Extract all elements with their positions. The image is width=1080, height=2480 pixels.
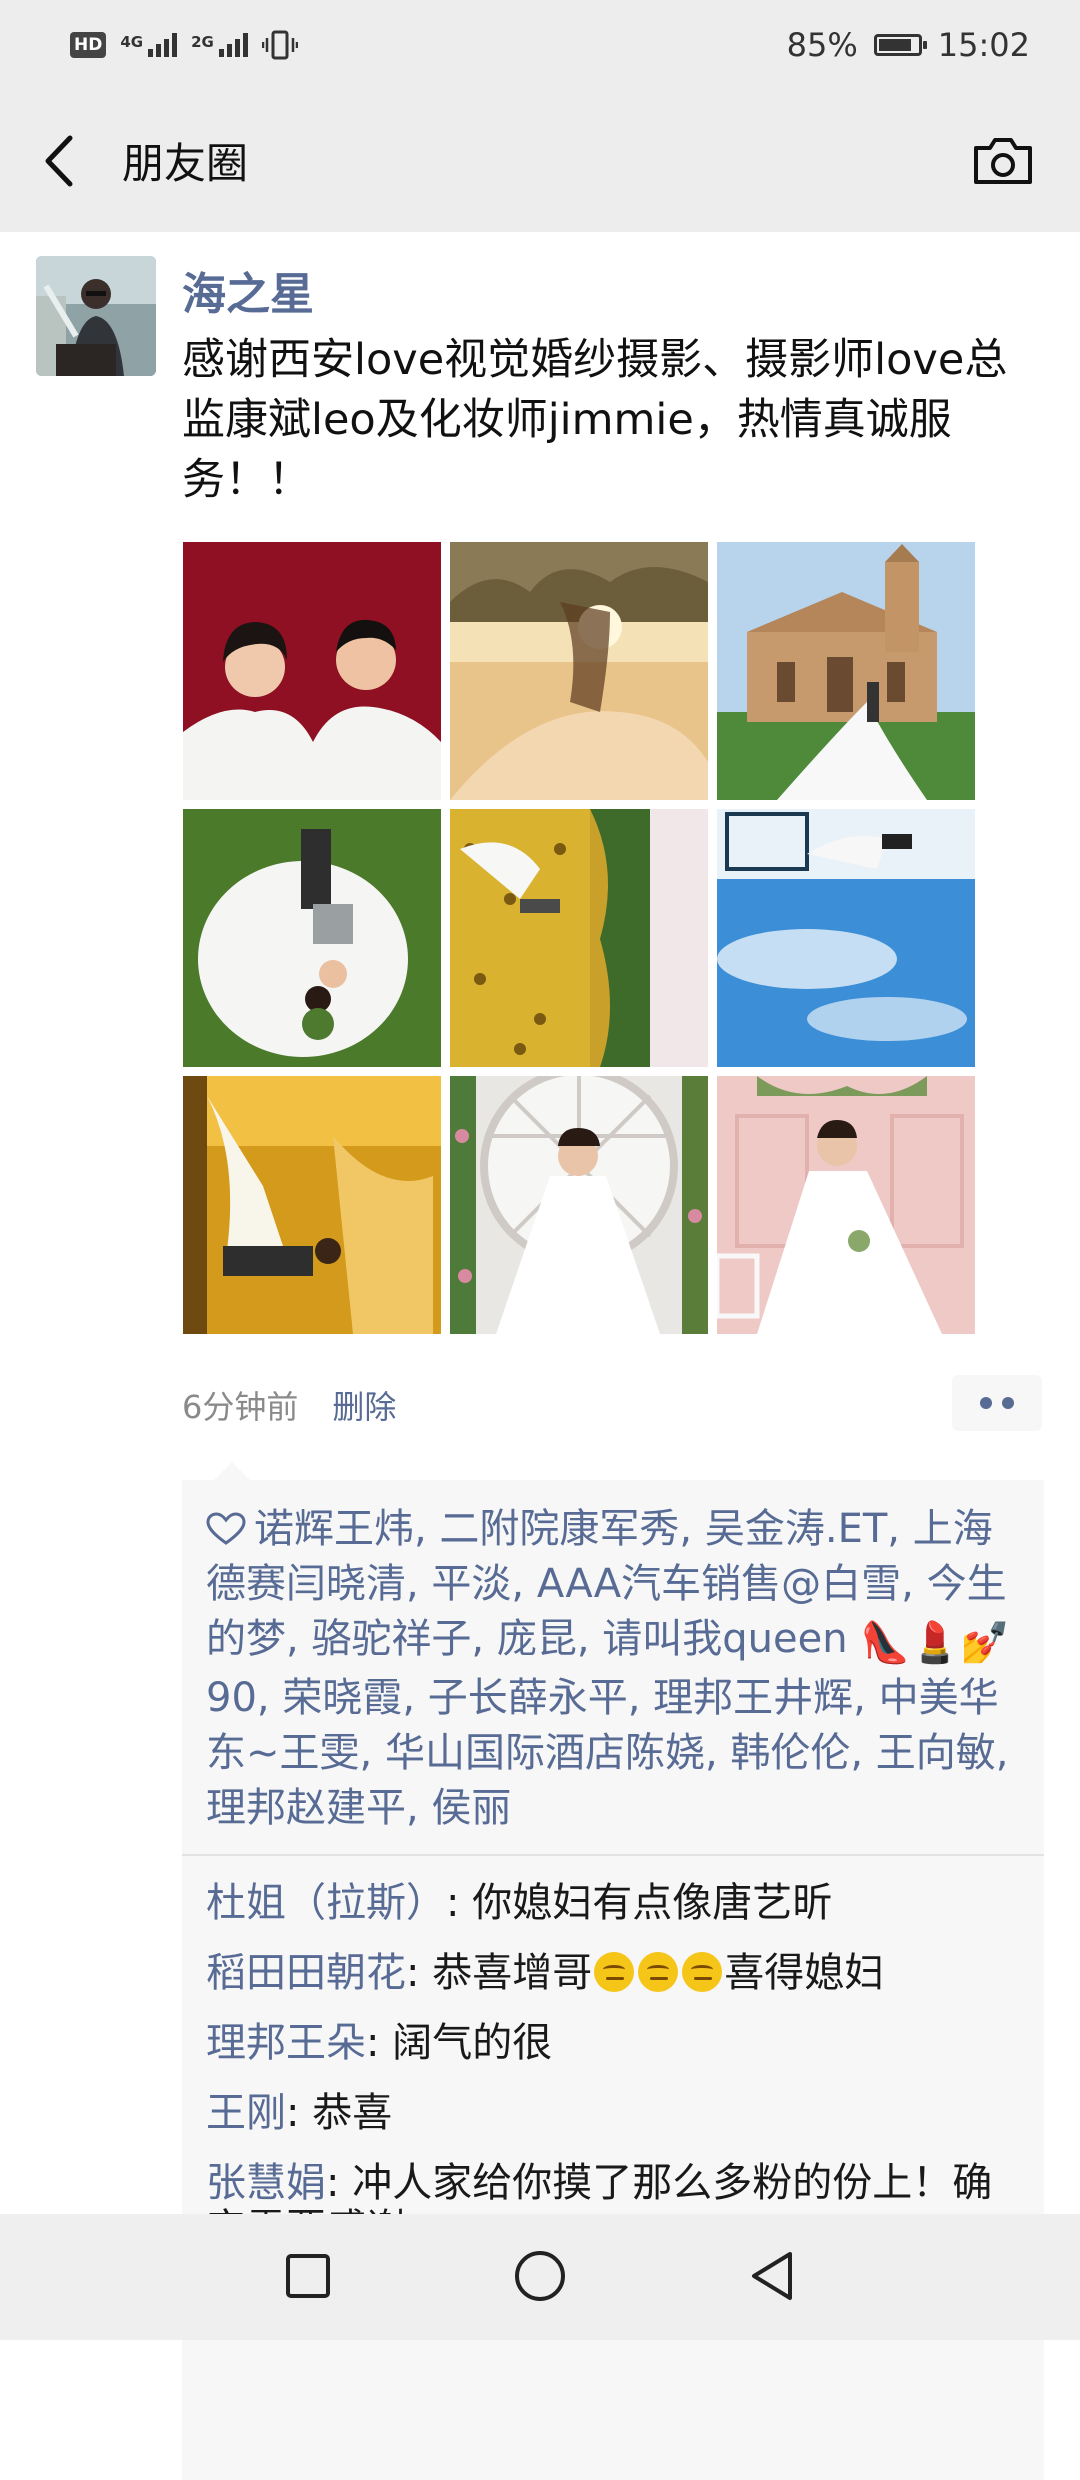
comment-text: : 你媳妇有点像唐艺昕 [446, 1880, 833, 1926]
smirk-emoji-icon [682, 1952, 723, 1992]
comment-author[interactable]: 王刚 [206, 2090, 286, 2136]
photo-9[interactable] [717, 1076, 975, 1334]
more-dots-icon [980, 1397, 992, 1409]
avatar[interactable] [36, 256, 156, 376]
status-left: HD 4G 2G [70, 22, 298, 68]
comment-text-continued: 喜得媳妇 [724, 1950, 885, 1996]
chevron-left-icon [45, 135, 73, 187]
vibrate-icon [261, 30, 298, 60]
signal-2g-icon: 2G [191, 33, 248, 57]
likes-names-continued[interactable]: 90, 荣晓霞, 子长薛永平, 理邦王井辉, 中美华东~王雯, 华山国际酒店陈娆… [206, 1675, 1009, 1831]
wedding-photo-image [183, 542, 441, 800]
network-type-4g: 4G [120, 33, 144, 51]
comment-text: : 恭喜增哥 [406, 1950, 593, 1996]
post-text: 感谢西安love视觉婚纱摄影、摄影师love总监康斌leo及化妆师jimmie，… [182, 335, 1008, 505]
comments-list: 杜姐（拉斯）: 你媳妇有点像唐艺昕 稻田田朝花: 恭喜增哥 喜得媳妇 理邦王朵: … [182, 1856, 1044, 2252]
camera-icon [974, 138, 1032, 184]
post-meta: 6分钟前 删除 [182, 1382, 396, 1428]
wedding-photo-image [717, 542, 975, 800]
smirk-emoji-icon [594, 1952, 635, 1992]
comment-author[interactable]: 理邦王朵 [206, 2020, 366, 2066]
likes-emojis: 👠💄💅 [860, 1620, 1010, 1666]
hd-badge: HD [70, 32, 107, 58]
recent-apps-button[interactable] [278, 2246, 338, 2306]
photo-6[interactable] [717, 809, 975, 1067]
comment-text: : 阔气的很 [366, 2020, 553, 2066]
photo-3[interactable] [717, 542, 975, 800]
photo-5[interactable] [450, 809, 708, 1067]
post-time: 6分钟前 [182, 1388, 299, 1426]
more-dots-icon [1002, 1397, 1014, 1409]
battery-icon [873, 34, 927, 56]
author-name[interactable]: 海之星 [182, 258, 314, 322]
system-back-button[interactable] [742, 2246, 802, 2306]
signal-4g-icon: 4G [120, 33, 178, 57]
circle-icon [515, 2251, 565, 2301]
photo-4[interactable] [183, 809, 441, 1067]
photo-7[interactable] [183, 1076, 441, 1334]
comment-text: : 恭喜 [286, 2090, 393, 2136]
nav-bar: 朋友圈 [0, 90, 1080, 232]
back-button[interactable] [36, 128, 96, 194]
system-navigation-bar [0, 2214, 1080, 2340]
comment-item[interactable]: 王刚: 恭喜 [206, 2090, 1022, 2136]
clock: 15:02 [937, 26, 1030, 64]
network-type-2g: 2G [191, 33, 214, 51]
camera-button[interactable] [970, 132, 1036, 190]
comment-author[interactable]: 稻田田朝花 [206, 1950, 406, 1996]
home-button[interactable] [510, 2246, 570, 2306]
wedding-photo-image [717, 1076, 975, 1334]
wedding-photo-image [450, 809, 708, 1067]
photo-8[interactable] [450, 1076, 708, 1334]
photo-grid [183, 542, 977, 1334]
photo-2[interactable] [450, 542, 708, 800]
smirk-emoji-icon [638, 1952, 679, 1992]
heart-outline-icon [206, 1512, 246, 1545]
square-icon [286, 2254, 330, 2298]
comment-author[interactable]: 杜姐（拉斯） [206, 1880, 446, 1926]
delete-link[interactable]: 删除 [332, 1382, 396, 1428]
comment-item[interactable]: 理邦王朵: 阔气的很 [206, 2020, 1022, 2066]
battery-percent: 85% [786, 26, 858, 64]
status-right: 85% 15:02 [787, 22, 1030, 68]
triangle-back-icon [752, 2252, 792, 2300]
avatar-image [36, 256, 156, 376]
comment-item[interactable]: 稻田田朝花: 恭喜增哥 喜得媳妇 [206, 1950, 1022, 1996]
wedding-photo-image [183, 809, 441, 1067]
status-bar: HD 4G 2G 85% 15:02 [0, 0, 1080, 90]
comment-item[interactable]: 杜姐（拉斯）: 你媳妇有点像唐艺昕 [206, 1880, 1022, 1926]
wedding-photo-image [183, 1076, 441, 1334]
photo-1[interactable] [183, 542, 441, 800]
wedding-photo-image [450, 1076, 708, 1334]
page-title: 朋友圈 [122, 139, 249, 188]
wedding-photo-image [450, 542, 708, 800]
comment-author[interactable]: 张慧娟 [206, 2160, 326, 2206]
battery-fill [878, 39, 912, 51]
wedding-photo-image [717, 809, 975, 1067]
likes-list: 诺辉王炜, 二附院康军秀, 吴金涛.ET, 上海德赛闫晓清, 平淡, AAA汽车… [182, 1480, 1044, 1856]
more-actions-button[interactable] [952, 1375, 1042, 1431]
